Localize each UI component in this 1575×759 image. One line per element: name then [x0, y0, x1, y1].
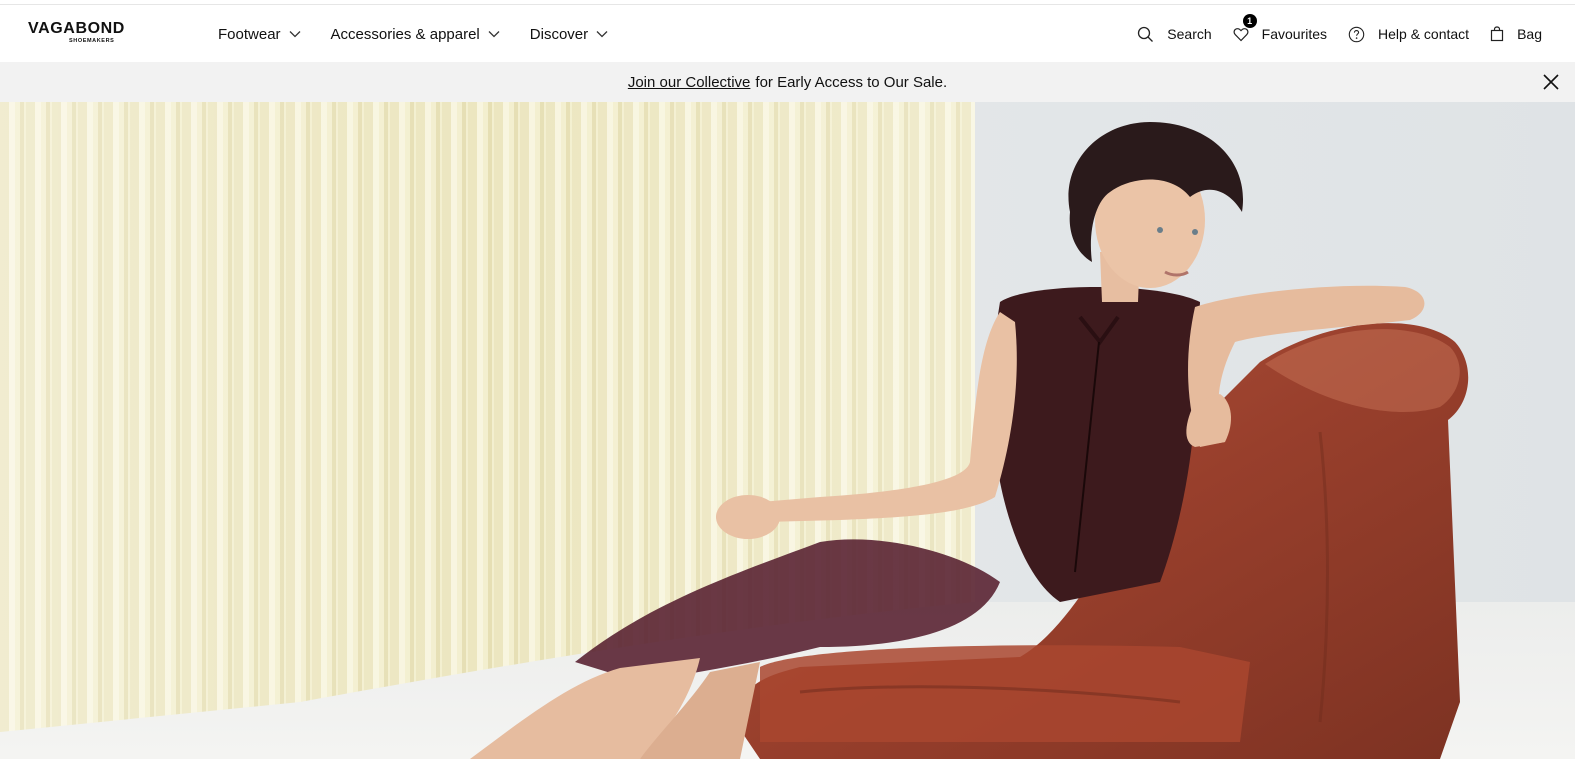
nav-item-footwear[interactable]: Footwear [218, 26, 301, 43]
search-label: Search [1167, 26, 1212, 42]
bag-icon [1490, 26, 1504, 42]
main-nav: Footwear Accessories & apparel Discover [218, 6, 638, 62]
nav-item-label: Footwear [218, 25, 281, 43]
brand-tagline: SHOEMAKERS [69, 38, 115, 44]
favourites-count-badge: 1 [1242, 14, 1257, 28]
favourites-button[interactable]: 1 Favourites [1233, 14, 1328, 42]
brand-logo[interactable]: VAGABOND SHOEMAKERS [28, 20, 168, 50]
promo-banner: Join our Collective for Early Access to … [0, 62, 1575, 102]
brand-name: VAGABOND [28, 20, 125, 37]
hero-photo [0, 102, 1575, 759]
promo-link[interactable]: Join our Collective [628, 74, 751, 91]
site-header: VAGABOND SHOEMAKERS Footwear Accessories… [0, 6, 1575, 62]
nav-item-discover[interactable]: Discover [530, 26, 608, 43]
bag-label: Bag [1517, 26, 1542, 42]
search-button[interactable]: Search [1137, 26, 1212, 43]
nav-item-label: Discover [529, 25, 589, 43]
chevron-down-icon [488, 31, 500, 38]
help-contact-button[interactable]: Help & contact [1348, 26, 1469, 43]
utility-nav: Search 1 Favourites Help & contact Bag [1116, 6, 1542, 62]
nav-item-accessories-apparel[interactable]: Accessories & apparel [331, 26, 500, 43]
bag-button[interactable]: Bag [1490, 26, 1542, 42]
chevron-down-icon [596, 31, 608, 38]
help-icon [1348, 26, 1365, 42]
hero-image[interactable] [0, 102, 1575, 759]
close-icon[interactable] [1541, 72, 1561, 92]
top-hairline [0, 0, 1575, 5]
chevron-down-icon [289, 31, 300, 38]
nav-item-label: Accessories & apparel [330, 25, 480, 43]
search-icon [1138, 26, 1154, 42]
favourites-label: Favourites [1261, 26, 1328, 42]
help-contact-label: Help & contact [1378, 26, 1470, 42]
heart-icon [1233, 27, 1249, 41]
promo-text: for Early Access to Our Sale. [755, 73, 948, 91]
